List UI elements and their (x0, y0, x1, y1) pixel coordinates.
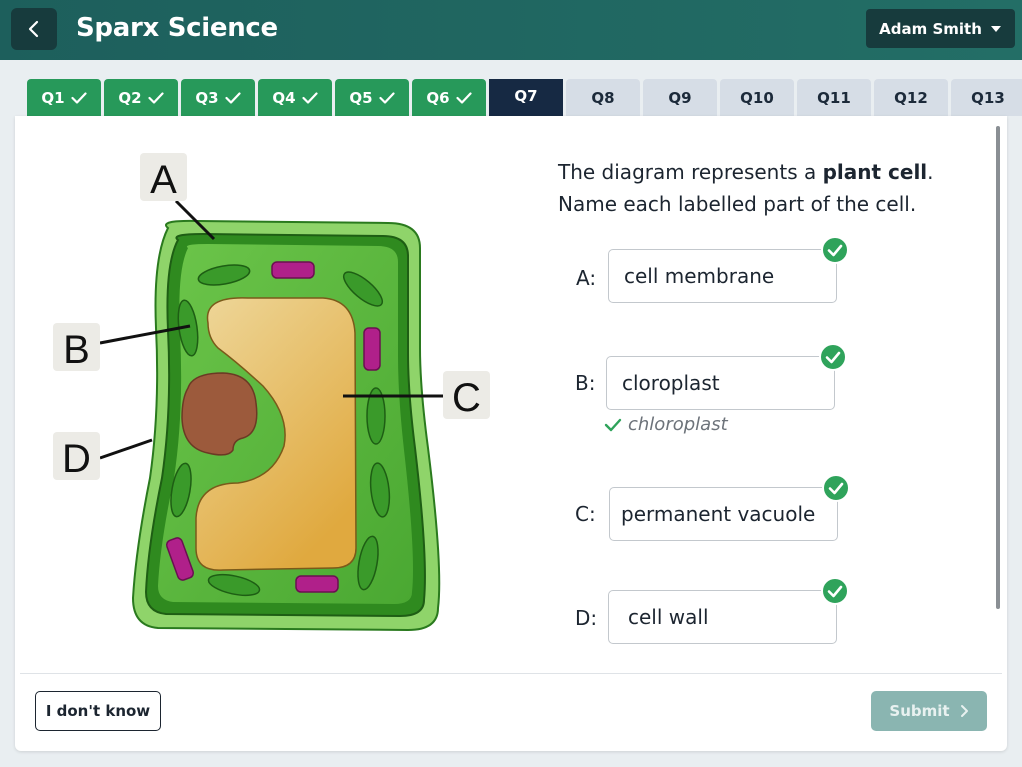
tab-label: Q8 (591, 88, 615, 107)
tab-q9[interactable]: Q9 (643, 79, 717, 116)
tab-label: Q12 (894, 88, 928, 107)
tab-label: Q13 (971, 88, 1005, 107)
pointer-d (99, 438, 153, 460)
i-dont-know-button[interactable]: I don't know (35, 691, 161, 731)
check-icon (378, 91, 395, 104)
check-icon (455, 91, 472, 104)
tab-q6[interactable]: Q6 (412, 79, 486, 116)
correct-icon (821, 236, 849, 264)
tab-label: Q5 (349, 88, 373, 107)
footer-divider (20, 673, 1002, 674)
user-menu-button[interactable]: Adam Smith (866, 9, 1015, 48)
tab-q12[interactable]: Q12 (874, 79, 948, 116)
question-line-2: Name each labelled part of the cell. (558, 192, 917, 216)
tab-label: Q11 (817, 88, 851, 107)
tab-q4[interactable]: Q4 (258, 79, 332, 116)
check-icon (224, 91, 241, 104)
tab-q5[interactable]: Q5 (335, 79, 409, 116)
correction-text: chloroplast (628, 414, 728, 435)
tab-label: Q10 (740, 88, 774, 107)
answer-c-input[interactable]: permanent vacuole (609, 487, 838, 541)
question-tabs: Q1 Q2 Q3 Q4 Q5 Q6 Q7 Q8 Q9 Q10 Q11 Q12 Q13 (27, 79, 1022, 116)
tab-q7[interactable]: Q7 (489, 79, 563, 116)
diagram-label-a: A (150, 158, 177, 202)
answer-a-label: A: (576, 266, 597, 290)
tab-q3[interactable]: Q3 (181, 79, 255, 116)
submit-label: Submit (889, 702, 950, 720)
tab-label: Q1 (41, 88, 65, 107)
diagram-label-b: B (63, 328, 90, 372)
correct-icon (819, 343, 847, 371)
question-text: The diagram represents a plant cell. Nam… (558, 156, 978, 220)
correct-icon (821, 577, 849, 605)
tab-label: Q7 (514, 86, 538, 105)
user-name: Adam Smith (879, 19, 982, 38)
tab-label: Q9 (668, 88, 692, 107)
tab-q11[interactable]: Q11 (797, 79, 871, 116)
submit-button[interactable]: Submit (871, 691, 987, 731)
answer-a-input[interactable]: cell membrane (608, 249, 837, 303)
chevron-left-icon (28, 20, 39, 38)
answer-b-label: B: (575, 371, 596, 395)
correct-icon (822, 474, 850, 502)
caret-down-icon (990, 25, 1001, 32)
question-line-1: The diagram represents a plant cell. (558, 160, 934, 184)
tab-q13[interactable]: Q13 (951, 79, 1022, 116)
answer-d-label: D: (575, 606, 598, 630)
check-icon (604, 418, 622, 431)
app-title: Sparx Science (76, 13, 278, 43)
chevron-right-icon (960, 705, 968, 717)
answer-d-input[interactable]: cell wall (608, 590, 837, 644)
question-cell-type: plant cell (822, 160, 928, 184)
answer-b-input[interactable]: cloroplast (606, 356, 835, 410)
top-bar: Sparx Science Adam Smith (0, 0, 1022, 60)
tab-q8[interactable]: Q8 (566, 79, 640, 116)
tab-label: Q2 (118, 88, 142, 107)
diagram-label-d: D (62, 437, 91, 481)
tab-q1[interactable]: Q1 (27, 79, 101, 116)
plant-cell-diagram: A B C D (53, 153, 490, 632)
scrollbar[interactable] (996, 126, 1000, 609)
answer-c-label: C: (575, 502, 596, 526)
tab-q10[interactable]: Q10 (720, 79, 794, 116)
check-icon (301, 91, 318, 104)
check-icon (70, 91, 87, 104)
check-icon (147, 91, 164, 104)
back-button[interactable] (11, 8, 57, 50)
spelling-correction: chloroplast (604, 414, 728, 435)
diagram-label-c: C (452, 376, 481, 420)
tab-label: Q6 (426, 88, 450, 107)
tab-label: Q3 (195, 88, 219, 107)
tab-label: Q4 (272, 88, 296, 107)
tab-q2[interactable]: Q2 (104, 79, 178, 116)
